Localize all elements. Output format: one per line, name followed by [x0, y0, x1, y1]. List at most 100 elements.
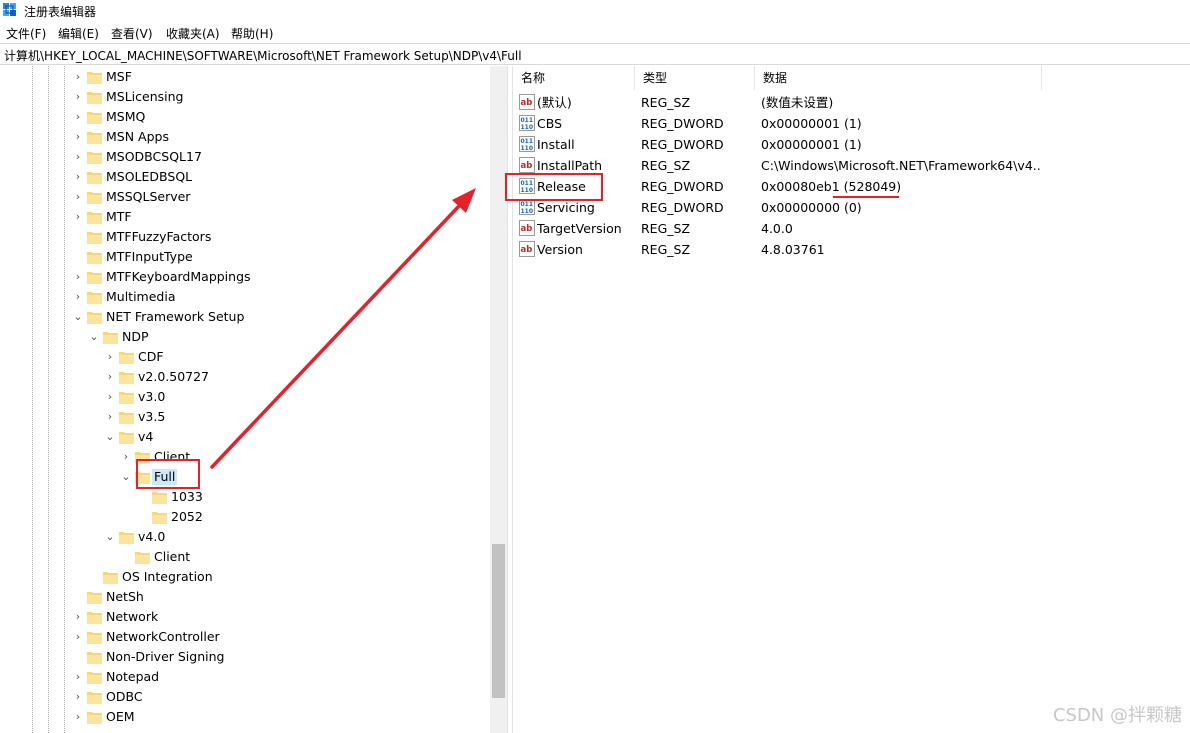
- chevron-down-icon[interactable]: ⌄: [89, 329, 99, 345]
- chevron-down-icon[interactable]: ⌄: [105, 529, 115, 545]
- menu-view[interactable]: 查看(V): [111, 25, 153, 42]
- value-row[interactable]: ab TargetVersion REG_SZ 4.0.0: [513, 218, 1190, 239]
- tree-item[interactable]: › Network: [0, 607, 490, 627]
- tree-item[interactable]: › MSODBCSQL17: [0, 147, 490, 167]
- tree-item[interactable]: › MSOLEDBSQL: [0, 167, 490, 187]
- folder-icon: [87, 152, 102, 164]
- value-data: 0x00080eb1 (528049): [761, 179, 902, 194]
- chevron-right-icon[interactable]: ›: [121, 449, 131, 465]
- chevron-right-icon[interactable]: ›: [73, 209, 83, 225]
- column-header-type[interactable]: 类型: [635, 66, 755, 90]
- value-row[interactable]: 011 110 Servicing REG_DWORD 0x00000000 (0): [513, 197, 1190, 218]
- menu-file[interactable]: 文件(F): [6, 25, 46, 42]
- value-list[interactable]: 名称 类型 数据 ab (默认) REG_SZ (数值未设置) 011 110 CBS REG…: [513, 66, 1190, 733]
- key-tree[interactable]: › MSF › MSLicensing › MSMQ › MSN Apps › MSODBCSQL…: [0, 66, 507, 733]
- tree-item[interactable]: › Multimedia: [0, 287, 490, 307]
- value-row[interactable]: 011 110 CBS REG_DWORD 0x00000001 (1): [513, 113, 1190, 134]
- tree-item-label: OS Integration: [122, 569, 213, 584]
- column-header-data[interactable]: 数据: [755, 66, 1042, 90]
- chevron-right-icon[interactable]: ›: [73, 629, 83, 645]
- tree-item[interactable]: Non-Driver Signing: [0, 647, 490, 667]
- chevron-right-icon[interactable]: ›: [73, 69, 83, 85]
- tree-item[interactable]: Client: [0, 547, 490, 567]
- chevron-right-icon[interactable]: ›: [73, 149, 83, 165]
- tree-item[interactable]: › OEM: [0, 707, 490, 727]
- folder-icon: [87, 212, 102, 224]
- chevron-down-icon[interactable]: ⌄: [105, 429, 115, 445]
- dword-value-icon: 011110: [519, 178, 535, 194]
- svg-text:110: 110: [521, 124, 534, 131]
- tree-item[interactable]: OS Integration: [0, 567, 490, 587]
- tree-item-label: NetSh: [106, 589, 144, 604]
- tree-item[interactable]: › MSMQ: [0, 107, 490, 127]
- value-row[interactable]: ab InstallPath REG_SZ C:\Windows\Microsoft.…: [513, 155, 1190, 176]
- address-bar[interactable]: 计算机\HKEY_LOCAL_MACHINE\SOFTWARE\Microsof…: [0, 43, 1190, 65]
- chevron-right-icon[interactable]: ›: [73, 609, 83, 625]
- chevron-right-icon[interactable]: ›: [73, 109, 83, 125]
- menu-help[interactable]: 帮助(H): [231, 25, 273, 42]
- menu-edit[interactable]: 编辑(E): [58, 25, 99, 42]
- chevron-right-icon[interactable]: ›: [73, 709, 83, 725]
- menu-favorites[interactable]: 收藏夹(A): [166, 25, 220, 42]
- tree-item[interactable]: › MSLicensing: [0, 87, 490, 107]
- tree-item[interactable]: ⌄ NDP: [0, 327, 490, 347]
- value-row[interactable]: 011 110 Release REG_DWORD 0x00080eb1 (528049…: [513, 176, 1190, 197]
- tree-item[interactable]: › CDF: [0, 347, 490, 367]
- chevron-right-icon[interactable]: ›: [105, 409, 115, 425]
- chevron-right-icon[interactable]: ›: [73, 269, 83, 285]
- tree-item[interactable]: 1033: [0, 487, 490, 507]
- chevron-right-icon[interactable]: ›: [73, 689, 83, 705]
- chevron-down-icon[interactable]: ⌄: [121, 469, 131, 485]
- tree-item[interactable]: 2052: [0, 507, 490, 527]
- tree-item[interactable]: › MSN Apps: [0, 127, 490, 147]
- tree-item[interactable]: › NetworkController: [0, 627, 490, 647]
- tree-item[interactable]: ⌄ Full: [0, 467, 490, 487]
- chevron-right-icon[interactable]: ›: [73, 169, 83, 185]
- tree-item[interactable]: › ODBC: [0, 687, 490, 707]
- tree-item[interactable]: ⌄ NET Framework Setup: [0, 307, 490, 327]
- tree-item-label: MSOLEDBSQL: [106, 169, 193, 184]
- chevron-right-icon[interactable]: ›: [105, 349, 115, 365]
- tree-item[interactable]: ⌄ v4: [0, 427, 490, 447]
- tree-item-label: CDF: [138, 349, 164, 364]
- tree-guide-line: [32, 66, 33, 733]
- chevron-right-icon[interactable]: ›: [73, 129, 83, 145]
- tree-scrollbar[interactable]: [490, 66, 507, 733]
- tree-item[interactable]: NetSh: [0, 587, 490, 607]
- value-row[interactable]: ab (默认) REG_SZ (数值未设置): [513, 92, 1190, 113]
- tree-item[interactable]: › v2.0.50727: [0, 367, 490, 387]
- value-row[interactable]: ab Version REG_SZ 4.8.03761: [513, 239, 1190, 260]
- column-header-name[interactable]: 名称: [513, 66, 635, 90]
- chevron-down-icon[interactable]: ⌄: [73, 309, 83, 325]
- chevron-right-icon[interactable]: ›: [73, 189, 83, 205]
- tree-item[interactable]: ⌄ v4.0: [0, 527, 490, 547]
- tree-item[interactable]: › v3.0: [0, 387, 490, 407]
- tree-item[interactable]: › v3.5: [0, 407, 490, 427]
- tree-item[interactable]: › MTF: [0, 207, 490, 227]
- chevron-right-icon[interactable]: ›: [105, 369, 115, 385]
- tree-item[interactable]: › Client: [0, 447, 490, 467]
- tree-item[interactable]: MTFInputType: [0, 247, 490, 267]
- value-type: REG_DWORD: [641, 200, 724, 215]
- chevron-right-icon[interactable]: ›: [73, 89, 83, 105]
- chevron-right-icon[interactable]: ›: [73, 289, 83, 305]
- folder-icon: [135, 472, 150, 484]
- folder-icon: [87, 172, 102, 184]
- tree-item[interactable]: › Notepad: [0, 667, 490, 687]
- tree-item[interactable]: › MTFKeyboardMappings: [0, 267, 490, 287]
- folder-icon: [103, 572, 118, 584]
- tree-scrollbar-thumb[interactable]: [492, 544, 505, 698]
- tree-item-label: MTF: [106, 209, 132, 224]
- chevron-right-icon[interactable]: ›: [73, 669, 83, 685]
- folder-icon: [119, 432, 134, 444]
- svg-text:110: 110: [521, 187, 534, 194]
- chevron-right-icon[interactable]: ›: [105, 389, 115, 405]
- address-path[interactable]: 计算机\HKEY_LOCAL_MACHINE\SOFTWARE\Microsof…: [4, 47, 522, 64]
- tree-item[interactable]: MTFFuzzyFactors: [0, 227, 490, 247]
- value-row[interactable]: 011 110 Install REG_DWORD 0x00000001 (1): [513, 134, 1190, 155]
- folder-icon: [87, 592, 102, 604]
- tree-item[interactable]: › MSSQLServer: [0, 187, 490, 207]
- tree-item-label: MTFInputType: [106, 249, 193, 264]
- tree-item[interactable]: › MSF: [0, 67, 490, 87]
- tree-item-label: MSODBCSQL17: [106, 149, 202, 164]
